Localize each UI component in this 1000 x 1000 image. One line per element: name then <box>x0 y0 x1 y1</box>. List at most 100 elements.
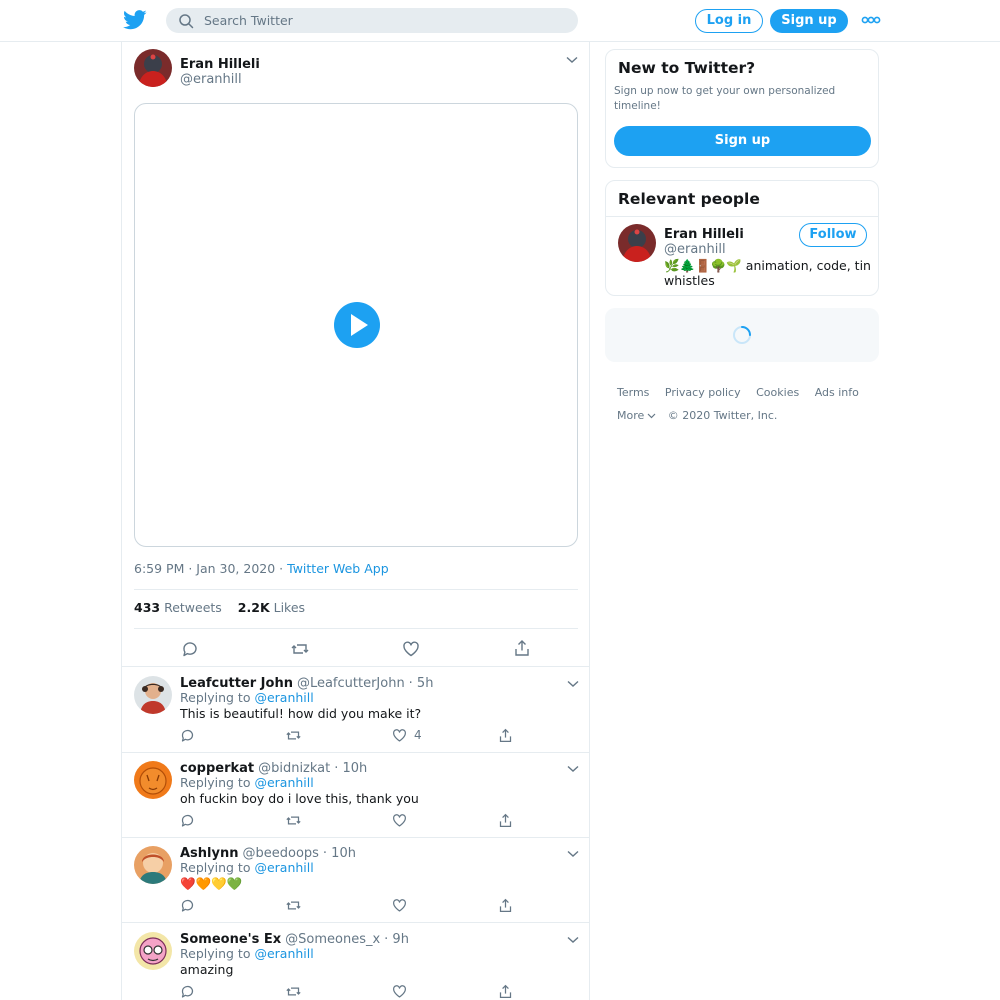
chevron-down-icon[interactable] <box>567 850 579 858</box>
replying-to: Replying to @eranhill <box>180 860 314 875</box>
retweet-icon[interactable] <box>291 640 309 658</box>
play-icon <box>351 314 368 336</box>
reply-author-name[interactable]: Someone's Ex <box>180 932 281 947</box>
share-icon[interactable] <box>498 813 513 828</box>
avatar[interactable] <box>134 846 172 884</box>
avatar[interactable] <box>618 224 656 262</box>
chevron-down-icon[interactable] <box>566 56 578 64</box>
follow-button[interactable]: Follow <box>799 223 867 247</box>
retweet-icon[interactable] <box>286 898 301 913</box>
reply-text: oh fuckin boy do i love this, thank you <box>180 791 419 806</box>
search-input[interactable] <box>204 8 564 33</box>
reply-actions: 4 <box>180 728 520 744</box>
footer-link-cookies[interactable]: Cookies <box>756 386 799 399</box>
search-icon <box>179 14 194 29</box>
retweet-icon[interactable] <box>286 984 301 999</box>
top-bar: Log in Sign up <box>0 0 1000 42</box>
footer-link-privacy[interactable]: Privacy policy <box>665 386 741 399</box>
like-icon[interactable] <box>392 728 407 743</box>
like-icon[interactable] <box>392 898 407 913</box>
reply-author-name[interactable]: copperkat <box>180 761 254 776</box>
loading-spinner-icon <box>733 326 751 344</box>
signup-button[interactable]: Sign up <box>770 9 848 33</box>
share-icon[interactable] <box>498 984 513 999</box>
reply-author-handle[interactable]: @bidnizkat <box>258 761 330 776</box>
share-icon[interactable] <box>498 898 513 913</box>
replying-to: Replying to @eranhill <box>180 946 314 961</box>
chevron-down-icon[interactable] <box>567 680 579 688</box>
like-icon[interactable] <box>392 984 407 999</box>
video-player[interactable] <box>134 103 578 547</box>
footer-row: More © 2020 Twitter, Inc. <box>617 409 777 422</box>
reply-actions <box>180 898 520 914</box>
retweets-stat[interactable]: 433 Retweets <box>134 600 222 615</box>
avatar-image <box>134 846 172 884</box>
reply-time[interactable]: · 5h <box>409 676 434 691</box>
like-count: 4 <box>414 728 422 742</box>
footer-more-link[interactable]: More <box>617 409 656 422</box>
reply-icon[interactable] <box>181 640 199 658</box>
play-button[interactable] <box>334 302 380 348</box>
sidebar-signup-button[interactable]: Sign up <box>614 126 871 156</box>
avatar-image <box>134 761 172 799</box>
reply-icon[interactable] <box>180 813 195 828</box>
reply-icon[interactable] <box>180 898 195 913</box>
replying-to-link[interactable]: @eranhill <box>254 946 313 961</box>
replying-to: Replying to @eranhill <box>180 775 314 790</box>
retweet-icon[interactable] <box>286 728 301 743</box>
replying-to-link[interactable]: @eranhill <box>254 860 313 875</box>
reply-time[interactable]: · 10h <box>334 761 367 776</box>
divider <box>134 589 578 590</box>
search-box[interactable] <box>166 8 578 33</box>
tweet-header: Eran Hilleli @eranhill <box>134 49 580 91</box>
avatar[interactable] <box>134 761 172 799</box>
like-icon[interactable] <box>402 640 420 658</box>
more-dots-icon[interactable] <box>861 14 881 26</box>
reply-icon[interactable] <box>180 728 195 743</box>
footer-link-ads-info[interactable]: Ads info <box>815 386 859 399</box>
share-icon[interactable] <box>513 639 531 657</box>
reply-time[interactable]: · 10h <box>323 846 356 861</box>
replying-to-link[interactable]: @eranhill <box>254 690 313 705</box>
avatar[interactable] <box>134 676 172 714</box>
avatar[interactable] <box>134 49 172 87</box>
reply-time[interactable]: · 9h <box>384 932 409 947</box>
main-column: Eran Hilleli @eranhill 6:59 PM · Jan 30,… <box>121 42 590 1000</box>
reply-author-handle[interactable]: @beedoops <box>242 846 318 861</box>
reply-author-name[interactable]: Leafcutter John <box>180 676 293 691</box>
likes-stat[interactable]: 2.2K Likes <box>238 600 305 615</box>
avatar-image <box>134 676 172 714</box>
signup-card-subtitle: Sign up now to get your own personalized… <box>614 85 836 112</box>
reply-tweet[interactable]: Someone's Ex @Someones_x · 9h Replying t… <box>122 923 589 1000</box>
reply-text: This is beautiful! how did you make it? <box>180 706 422 721</box>
avatar[interactable] <box>134 932 172 970</box>
person-handle[interactable]: @eranhill <box>664 238 726 257</box>
reply-tweet[interactable]: Leafcutter John @LeafcutterJohn · 5h Rep… <box>122 667 589 752</box>
login-button[interactable]: Log in <box>695 9 763 33</box>
reply-text: amazing <box>180 962 234 977</box>
divider <box>134 628 578 629</box>
tweet-actions <box>134 638 578 660</box>
reply-icon[interactable] <box>180 984 195 999</box>
twitter-bird-icon[interactable] <box>123 9 147 31</box>
chevron-down-icon[interactable] <box>567 765 579 773</box>
reply-tweet[interactable]: Ashlynn @beedoops · 10h Replying to @era… <box>122 837 589 922</box>
reply-author-handle[interactable]: @LeafcutterJohn <box>297 676 405 691</box>
retweet-icon[interactable] <box>286 813 301 828</box>
like-icon[interactable] <box>392 813 407 828</box>
tweet-source-link[interactable]: Twitter Web App <box>287 561 389 576</box>
reply-author-handle[interactable]: @Someones_x <box>285 932 380 947</box>
tweet-time[interactable]: 6:59 PM · Jan 30, 2020 · <box>134 561 287 576</box>
replying-to: Replying to @eranhill <box>180 690 314 705</box>
replying-to-link[interactable]: @eranhill <box>254 775 313 790</box>
reply-tweet[interactable]: copperkat @bidnizkat · 10h Replying to @… <box>122 752 589 837</box>
author-handle[interactable]: @eranhill <box>180 68 242 87</box>
share-icon[interactable] <box>498 728 513 743</box>
reply-text: ❤️🧡💛💚 <box>180 876 243 891</box>
chevron-down-icon[interactable] <box>567 936 579 944</box>
footer-link-terms[interactable]: Terms <box>617 386 649 399</box>
loading-card <box>605 308 879 362</box>
footer-links: Terms Privacy policy Cookies Ads info <box>617 386 871 399</box>
reply-author-name[interactable]: Ashlynn <box>180 846 239 861</box>
signup-card: New to Twitter? Sign up now to get your … <box>605 49 879 168</box>
